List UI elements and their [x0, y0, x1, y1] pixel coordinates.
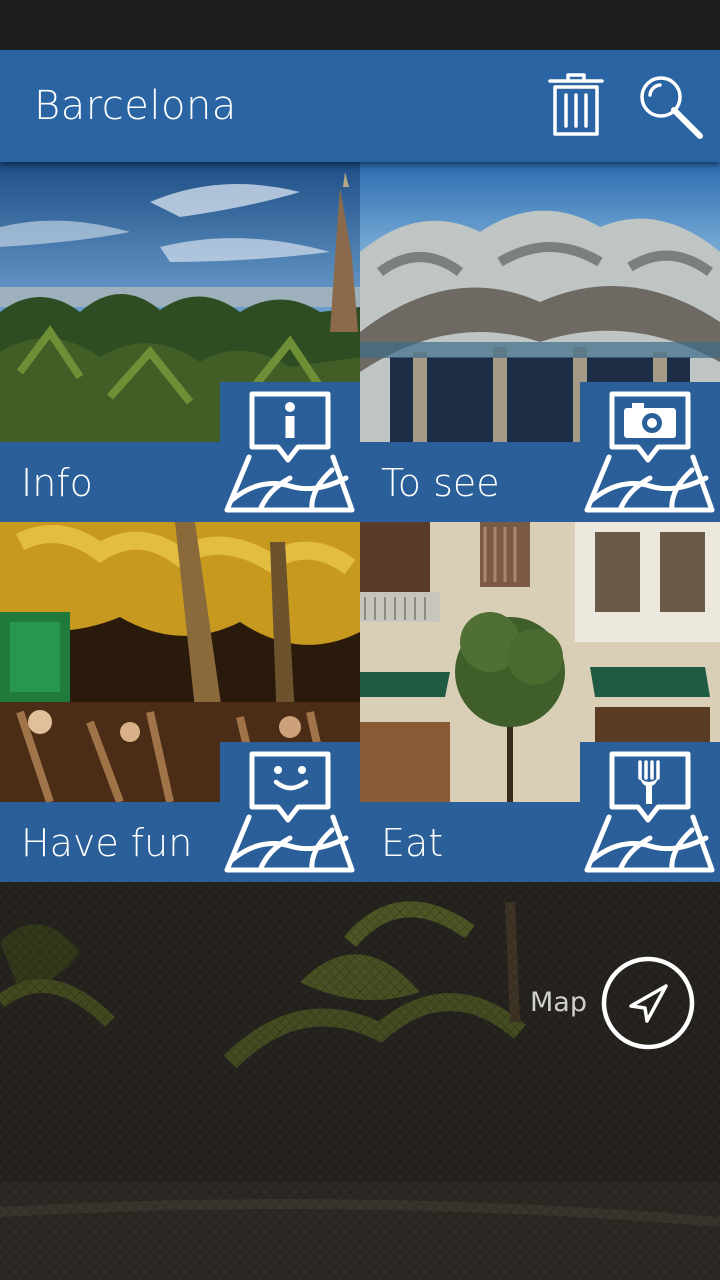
map-label: Map [530, 987, 587, 1018]
tile-to-see[interactable]: To see [360, 162, 720, 522]
search-icon [640, 76, 703, 139]
map-button[interactable] [600, 955, 696, 1051]
app-bar: Barcelona [0, 50, 720, 162]
fork-map-icon [580, 742, 720, 882]
search-button[interactable] [634, 70, 706, 142]
page-title: Barcelona [34, 83, 237, 129]
camera-map-icon [580, 382, 720, 522]
tile-have-fun[interactable]: Have fun [0, 522, 360, 882]
trash-icon [548, 73, 604, 136]
trash-button[interactable] [540, 70, 612, 142]
tile-info[interactable]: Info [0, 162, 360, 522]
tile-eat[interactable]: Eat [360, 522, 720, 882]
status-bar [0, 0, 720, 50]
smiley-map-icon [220, 742, 360, 882]
tile-label: Eat [381, 821, 444, 865]
tile-label: Info [21, 461, 93, 505]
tile-label: Have fun [21, 821, 193, 865]
info-map-icon [220, 382, 360, 522]
navigation-arrow-icon [601, 956, 695, 1050]
background-image [0, 882, 720, 1280]
tile-label: To see [381, 461, 500, 505]
